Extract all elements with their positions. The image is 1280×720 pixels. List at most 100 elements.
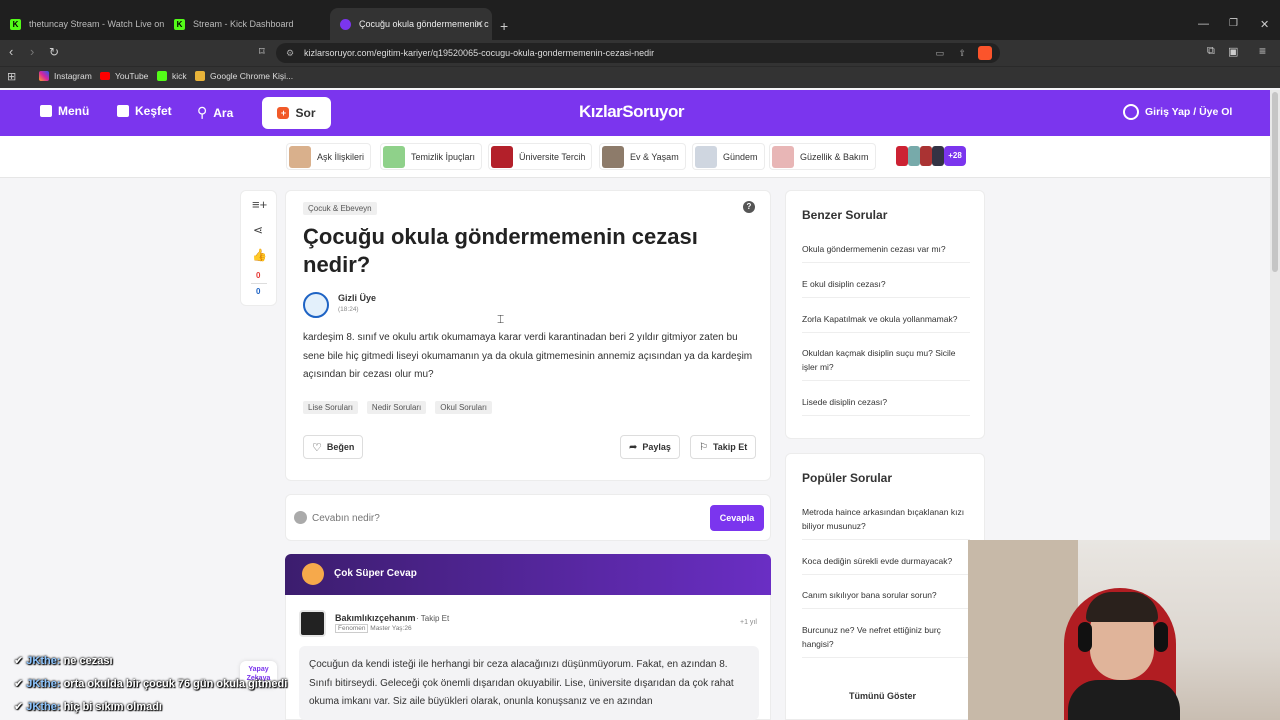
scrollbar-thumb[interactable] [1272,92,1278,272]
popular-question-link[interactable]: Burcunuz ne? Ve nefret ettiğiniz burç ha… [802,623,970,658]
plus-icon: + [277,107,290,119]
menu-button[interactable]: Menü [40,104,89,118]
avatar[interactable] [303,292,329,318]
site-logo[interactable]: KızlarSoruyor [579,102,684,122]
site-header: Menü Keşfet ⚲ Ara + Sor KızlarSoruyor Gi… [0,90,1270,136]
cast-icon[interactable]: ▭ [935,43,944,63]
folder-icon [195,71,205,81]
category-label: Temizlik İpuçları [411,151,476,162]
headphone-left [1078,622,1092,652]
similar-question-link[interactable]: E okul disiplin cezası? [802,277,970,298]
apps-grid-icon[interactable]: ⊞ [7,70,16,83]
follow-author-button[interactable]: · Takip Et [416,614,449,623]
site-info-icon[interactable]: ⚙ [286,43,294,63]
category-label: Aşk İlişkileri [317,151,365,162]
bookmark-youtube[interactable]: YouTube [100,71,148,81]
category-chip[interactable]: Üniversite Tercih [488,143,593,170]
similar-question-link[interactable]: Lisede disiplin cezası? [802,395,970,416]
category-chip[interactable]: Ev & Yaşam [599,143,686,170]
wallet-icon[interactable]: ▣ [1228,45,1238,58]
chat-text: hiç bi sıkım olmadı [63,701,162,713]
similar-question-link[interactable]: Zorla Kapatılmak ve okula yollanmamak? [802,312,970,333]
browser-tab-active[interactable]: Çocuğu okula göndermemenin c ✕ [330,8,492,40]
popular-question-link[interactable]: Canım sıkılıyor bana sorular sorun? [802,588,970,609]
category-image [602,145,624,168]
category-chip[interactable]: Temizlik İpuçları [380,143,483,170]
similar-question-link[interactable]: Okula göndermemenin cezası var mı? [802,242,970,263]
category-image [289,145,311,168]
share-label: Paylaş [642,442,671,452]
question-tag[interactable]: Nedir Soruları [366,401,427,414]
follow-button[interactable]: ⚐ Takip Et [690,435,757,459]
category-label: Üniversite Tercih [519,151,586,162]
user-avatar-icon [294,511,307,524]
show-all-link[interactable]: Tümünü Göster [849,691,916,701]
submit-answer-button[interactable]: Cevapla [710,505,764,531]
chat-message: ✔ JKthe: orta okulda bir çocuk 76 gün ok… [14,678,288,690]
chat-username: JKthe: [26,701,61,713]
bookmark-label: kick [172,71,187,81]
youtube-icon [100,72,110,80]
forward-icon[interactable]: › [30,44,34,59]
bookmark-icon[interactable]: ⌑ [259,45,265,58]
question-tag[interactable]: Okul Soruları [435,401,492,414]
more-count-badge: +28 [944,146,966,166]
streamer-shirt [1068,680,1180,720]
question-tag[interactable]: Lise Soruları [303,401,358,414]
help-icon[interactable]: ? [743,201,755,213]
answer-input[interactable] [312,507,702,529]
author-name[interactable]: Gizli Üye [338,293,376,303]
similar-question-link[interactable]: Okuldan kaçmak disiplin suçu mu? Sicile … [802,346,970,381]
more-categories-button[interactable]: +28 [896,146,966,166]
share-page-icon[interactable]: ⇪ [958,43,966,63]
search-button[interactable]: ⚲ Ara [197,104,233,121]
bookmark-kick[interactable]: kick [157,71,187,81]
reload-icon[interactable]: ↻ [49,45,59,59]
ask-button[interactable]: + Sor [262,97,331,129]
category-chip[interactable]: Aşk İlişkileri [286,143,372,170]
back-icon[interactable]: ‹ [9,44,13,59]
category-chip[interactable]: Gündem [692,143,765,170]
author-meta: Fenomen Master Yaş:26 [335,624,412,633]
tab-title: Stream - Kick Dashboard [193,19,294,29]
category-chip[interactable]: Güzellik & Bakım [769,143,876,170]
kick-icon: K [174,18,185,30]
extensions-icon[interactable]: ⧉ [1207,45,1215,58]
menu-icon [40,105,52,117]
brave-shield-icon[interactable] [978,46,992,60]
fenomen-badge: Fenomen [335,624,369,633]
new-tab-icon[interactable]: + [500,18,508,34]
question-category-tag[interactable]: Çocuk & Ebeveyn [303,202,377,215]
similar-questions-panel: Benzer Sorular Okula göndermemenin cezas… [785,190,985,439]
share-icon[interactable]: ⋖ [253,223,263,237]
door-frame [968,540,1078,720]
browser-tab[interactable]: K Stream - Kick Dashboard [164,8,330,40]
bookmarks-bar: ⊞ Instagram YouTube kick Google Chrome K… [0,66,1280,88]
explore-button[interactable]: Keşfet [117,104,172,118]
restore-icon[interactable]: ❐ [1229,18,1238,29]
minimize-icon[interactable]: — [1198,18,1209,30]
kick-icon: K [10,18,21,30]
bookmark-folder[interactable]: Google Chrome Kişi... [195,71,293,81]
category-thumb [896,146,908,166]
popular-title: Popüler Sorular [802,471,893,485]
share-button[interactable]: ➦ Paylaş [620,435,680,459]
avatar[interactable] [299,610,326,637]
browser-tab[interactable]: K thetuncay Stream - Watch Live on Ki [0,8,164,40]
login-button[interactable]: Giriş Yap / Üye Ol [1123,104,1232,120]
close-window-icon[interactable]: ✕ [1260,18,1269,31]
answer-author[interactable]: Bakımlıkızçehanım [335,613,416,623]
share-icon: ➦ [629,441,638,453]
add-to-list-icon[interactable]: ≡+ [252,197,267,212]
like-button[interactable]: ♡ Beğen [303,435,364,459]
bookmark-instagram[interactable]: Instagram [39,71,92,81]
url-field[interactable]: ⚙ kizlarsoruyor.com/egitim-kariyer/q1952… [276,43,1000,63]
divider [251,283,267,284]
category-image [772,145,794,168]
menu-icon[interactable]: ≡ [1259,44,1266,58]
popular-question-link[interactable]: Metroda haince arkasından bıçaklanan kız… [802,505,970,540]
thumbs-up-icon[interactable]: 👍 [252,248,267,262]
address-toolbar: ‹ › ↻ ⌑ ⚙ kizlarsoruyor.com/egitim-kariy… [0,40,1280,66]
close-tab-icon[interactable]: ✕ [475,18,484,31]
popular-question-link[interactable]: Koca dediğin sürekli evde durmayacak? [802,554,970,575]
